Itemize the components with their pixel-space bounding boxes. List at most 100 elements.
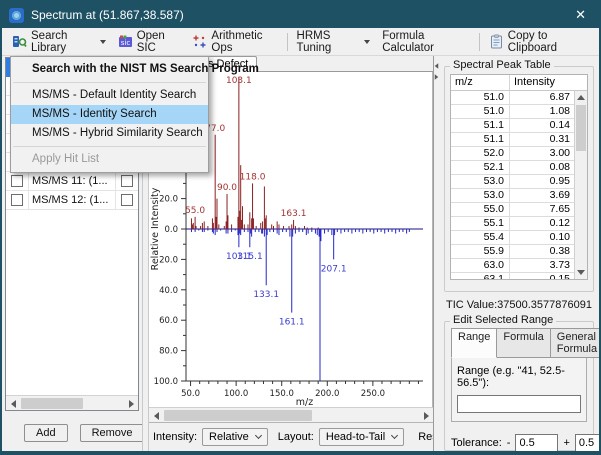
app-icon bbox=[9, 7, 24, 23]
peak-table[interactable]: m/z Intensity 51.0 6.87 51.0 1.08 51.1 0.14 51… bbox=[450, 74, 588, 280]
copy-to-clipboard-button[interactable]: Copy to Clipboard bbox=[483, 27, 595, 57]
toolbar-separator bbox=[478, 32, 480, 51]
scroll-right-icon[interactable] bbox=[419, 408, 433, 423]
search-library-icon bbox=[12, 34, 27, 49]
intensity-cell: 1.08 bbox=[549, 105, 570, 117]
scrollbar-thumb[interactable] bbox=[21, 398, 83, 409]
tab-general-formula[interactable]: General Formula bbox=[550, 328, 599, 358]
close-icon[interactable]: ✕ bbox=[569, 7, 592, 23]
table-row[interactable]: 52.0 3.00 bbox=[451, 147, 574, 161]
search-library-menu: Search with the NIST MS Search Program MS… bbox=[10, 56, 259, 173]
mz-cell: 55.0 bbox=[451, 203, 510, 216]
menu-item[interactable]: MS/MS - Hybrid Similarity Search bbox=[11, 124, 208, 143]
plot-controls-bar: Intensity: Relative Layout: Head-to-Tail… bbox=[149, 422, 433, 451]
table-vertical-scrollbar[interactable] bbox=[574, 91, 587, 279]
window-title: Spectrum at (51.867,38.587) bbox=[31, 8, 184, 22]
table-row[interactable]: 55.0 7.65 bbox=[451, 203, 574, 217]
edit-selected-range-group: Edit Selected Range Range Formula General … bbox=[444, 314, 599, 451]
intensity-value: Relative bbox=[209, 431, 249, 443]
list-horizontal-scrollbar[interactable] bbox=[6, 395, 138, 410]
intensity-cell: 0.95 bbox=[549, 175, 570, 187]
remove-spectrum-button[interactable]: Remove bbox=[79, 424, 145, 442]
mz-cell: 63.1 bbox=[451, 273, 510, 279]
tab-range[interactable]: Range bbox=[451, 328, 498, 358]
scroll-down-icon[interactable] bbox=[575, 266, 587, 279]
scroll-left-icon[interactable] bbox=[149, 408, 163, 423]
intensity-cell: 3.73 bbox=[549, 259, 570, 271]
tic-value: TIC Value:37500.3577876091 bbox=[446, 299, 592, 311]
hrms-tuning-button[interactable]: HRMS Tuning bbox=[291, 27, 377, 57]
scroll-left-icon[interactable] bbox=[6, 396, 20, 410]
mz-cell: 55.9 bbox=[451, 245, 510, 258]
table-row[interactable]: 55.4 0.10 bbox=[451, 231, 574, 245]
arithmetic-ops-button[interactable]: Arithmetic Ops bbox=[186, 27, 283, 57]
spectrum-item-label: MS/MS 12: (1... bbox=[32, 194, 109, 206]
tolerance-row: Tolerance: - + bbox=[451, 434, 599, 451]
mz-cell: 53.0 bbox=[451, 175, 510, 188]
search-library-button[interactable]: Search Library bbox=[6, 27, 112, 57]
table-row[interactable]: 53.0 3.69 bbox=[451, 189, 574, 203]
intensity-cell: 3.69 bbox=[549, 189, 570, 201]
column-header-intensity[interactable]: Intensity bbox=[510, 75, 574, 90]
table-row[interactable]: 51.1 0.14 bbox=[451, 119, 574, 133]
copy-to-clipboard-label: Copy to Clipboard bbox=[507, 29, 558, 54]
table-row[interactable]: 53.0 0.95 bbox=[451, 175, 574, 189]
menu-item[interactable]: MS/MS - Default Identity Search bbox=[11, 86, 208, 105]
table-row[interactable]: 55.9 0.38 bbox=[451, 245, 574, 259]
scroll-up-icon[interactable] bbox=[575, 91, 587, 104]
tolerance-minus-input[interactable] bbox=[515, 434, 559, 451]
table-row[interactable]: 51.0 1.08 bbox=[451, 105, 574, 119]
spectrum-list-item[interactable]: MS/MS 11: (1... bbox=[6, 172, 138, 191]
unchecked-checkbox[interactable] bbox=[11, 194, 23, 206]
title-bar[interactable]: Spectrum at (51.867,38.587) ✕ bbox=[2, 2, 599, 28]
arithmetic-ops-label: Arithmetic Ops bbox=[211, 29, 263, 54]
unchecked-checkbox[interactable] bbox=[11, 175, 23, 187]
edit-range-tabs: Range Formula General Formula bbox=[451, 328, 599, 358]
column-header-mz[interactable]: m/z bbox=[451, 75, 510, 90]
chevron-down-icon bbox=[99, 39, 106, 44]
intensity-select[interactable]: Relative bbox=[202, 428, 268, 446]
formula-calculator-button[interactable]: Formula Calculator bbox=[376, 27, 476, 57]
plot-horizontal-scrollbar[interactable] bbox=[149, 407, 433, 422]
table-row[interactable]: 63.1 0.15 bbox=[451, 273, 574, 279]
table-row[interactable]: 51.1 0.31 bbox=[451, 133, 574, 147]
toolbar: Search Library sic Open SIC Arithmetic O… bbox=[2, 28, 599, 56]
tab-formula[interactable]: Formula bbox=[497, 328, 551, 358]
scrollbar-thumb[interactable] bbox=[164, 410, 312, 421]
menu-item[interactable]: Search with the NIST MS Search Program bbox=[11, 60, 259, 79]
intensity-cell: 7.65 bbox=[549, 203, 570, 215]
range-input[interactable] bbox=[457, 395, 581, 413]
range-tab-content: Range (e.g. "41, 52.5-56.5"): bbox=[451, 357, 587, 422]
clipboard-icon bbox=[489, 34, 504, 49]
unchecked-checkbox[interactable] bbox=[121, 175, 133, 187]
mz-cell: 51.1 bbox=[451, 133, 510, 146]
open-sic-button[interactable]: sic Open SIC bbox=[112, 27, 187, 57]
scroll-right-icon[interactable] bbox=[124, 396, 138, 410]
table-row[interactable]: 52.1 0.08 bbox=[451, 161, 574, 175]
layout-value: Head-to-Tail bbox=[325, 431, 386, 443]
menu-separator bbox=[13, 82, 206, 83]
add-spectrum-button[interactable]: Add bbox=[24, 424, 68, 442]
tolerance-plus-input[interactable] bbox=[574, 434, 599, 451]
table-row[interactable]: 55.1 0.12 bbox=[451, 217, 574, 231]
svg-text:20.0: 20.0 bbox=[159, 255, 178, 265]
unchecked-checkbox[interactable] bbox=[121, 194, 133, 206]
chevron-down-icon bbox=[364, 39, 371, 44]
hrms-tuning-label: HRMS Tuning bbox=[296, 29, 332, 54]
table-row[interactable]: 63.0 3.73 bbox=[451, 259, 574, 273]
peak-label: 55.0 bbox=[185, 206, 205, 216]
svg-text:60.0: 60.0 bbox=[159, 316, 178, 326]
spectrum-item-label: MS/MS 11: (1... bbox=[32, 175, 108, 187]
svg-text:100.0: 100.0 bbox=[154, 377, 178, 387]
layout-select[interactable]: Head-to-Tail bbox=[318, 428, 405, 446]
tolerance-label: Tolerance: bbox=[451, 437, 502, 449]
spectrum-list-item[interactable]: MS/MS 12: (1... bbox=[6, 191, 138, 210]
peak-label: 103.1 bbox=[226, 76, 252, 86]
scrollbar-thumb[interactable] bbox=[576, 105, 586, 151]
reset-zoom-button[interactable]: Reset Zoom bbox=[414, 429, 433, 445]
table-row[interactable]: 51.0 6.87 bbox=[451, 91, 574, 105]
svg-text:80.0: 80.0 bbox=[159, 347, 178, 357]
intensity-label: Intensity: bbox=[153, 431, 198, 443]
open-sic-icon: sic bbox=[118, 34, 133, 49]
menu-item[interactable]: MS/MS - Identity Search bbox=[11, 105, 208, 124]
